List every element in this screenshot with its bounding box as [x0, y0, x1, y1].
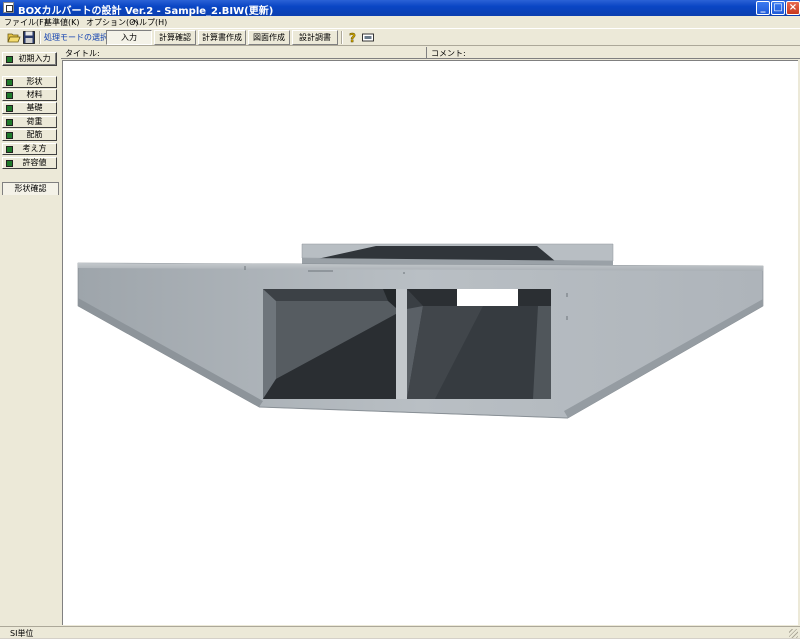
nav-foundation-button[interactable]: 基礎	[2, 102, 57, 114]
left-cell-opening	[263, 289, 396, 399]
3d-view-canvas[interactable]	[62, 60, 798, 625]
window-title: BOXカルバートの設計 Ver.2 - Sample_2.BIW(更新)	[18, 6, 274, 17]
menu-file[interactable]: ファイル(F)	[4, 17, 47, 28]
maximize-button[interactable]: □	[771, 1, 785, 15]
folder-open-icon[interactable]	[7, 31, 21, 44]
initial-input-button[interactable]: 初期入力	[2, 52, 57, 66]
status-bar: SI単位	[0, 626, 800, 638]
question-mark-icon[interactable]: ?	[346, 31, 360, 44]
mode-drawing-button[interactable]: 図面作成	[248, 30, 290, 45]
initial-input-label: 初期入力	[18, 54, 51, 63]
box-culvert-3d-model[interactable]	[63, 61, 798, 625]
menu-standard-values[interactable]: 基準値(K)	[44, 17, 80, 28]
close-button[interactable]: ×	[786, 1, 800, 15]
nav-allowable-label: 許容値	[22, 158, 47, 167]
nav-material-label: 材料	[26, 90, 43, 99]
nav-foundation-label: 基礎	[26, 103, 43, 112]
mode-calc-check-button[interactable]: 計算確認	[154, 30, 196, 45]
floppy-disk-icon[interactable]	[22, 31, 36, 44]
menu-bar: ファイル(F) 基準値(K) オプション(O) ヘルプ(H)	[0, 16, 800, 28]
top-slab-back	[301, 243, 614, 267]
minimize-button[interactable]: _	[756, 1, 770, 15]
nav-load-label: 荷重	[26, 117, 43, 126]
resize-grip-icon[interactable]	[789, 629, 798, 638]
menu-help[interactable]: ヘルプ(H)	[131, 17, 167, 28]
mode-calc-report-button[interactable]: 計算書作成	[198, 30, 246, 45]
svg-text:?: ?	[349, 31, 356, 44]
nav-load-button[interactable]: 荷重	[2, 116, 57, 128]
mode-input-button[interactable]: 入力	[106, 30, 152, 45]
application-window: BOXカルバートの設計 Ver.2 - Sample_2.BIW(更新) _ □…	[0, 0, 800, 638]
nav-approach-button[interactable]: 考え方	[2, 143, 57, 155]
shape-check-tab[interactable]: 形状確認	[2, 182, 59, 195]
title-label: タイトル:	[65, 49, 100, 58]
divider	[426, 47, 427, 59]
toolbar-separator	[39, 31, 41, 44]
nav-shape-label: 形状	[26, 77, 43, 86]
comment-label: コメント:	[431, 49, 466, 58]
screen-icon[interactable]	[361, 31, 375, 44]
toolbar-separator	[341, 31, 343, 44]
toolbar: 処理モードの選択 入力 計算確認 計算書作成 図面作成 設計調書 ?	[0, 28, 800, 46]
app-icon[interactable]	[3, 2, 14, 13]
nav-material-button[interactable]: 材料	[2, 89, 57, 101]
nav-reinforcement-button[interactable]: 配筋	[2, 129, 57, 141]
mode-selection-label: 処理モードの選択	[44, 33, 108, 42]
nav-approach-label: 考え方	[22, 144, 47, 153]
unit-status: SI単位	[10, 629, 34, 638]
nav-reinforcement-label: 配筋	[26, 130, 43, 139]
nav-shape-button[interactable]: 形状	[2, 76, 57, 88]
center-wall	[396, 289, 407, 399]
mode-design-sheet-button[interactable]: 設計調書	[292, 30, 338, 45]
title-bar[interactable]: BOXカルバートの設計 Ver.2 - Sample_2.BIW(更新) _ □…	[0, 0, 800, 17]
left-panel: 初期入力 形状 材料 基礎 荷重 配筋 考え方 許容値 形状確認	[0, 47, 61, 627]
title-comment-bar: タイトル: コメント:	[61, 47, 800, 59]
right-cell-opening	[407, 289, 551, 399]
nav-allowable-button[interactable]: 許容値	[2, 157, 57, 169]
